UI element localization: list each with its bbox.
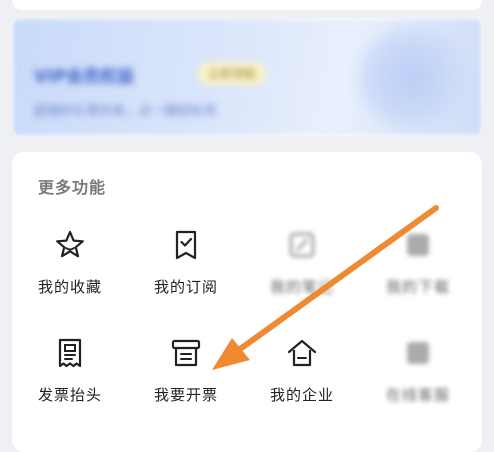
grid-item-favorites[interactable]: 我的收藏 — [20, 228, 120, 312]
section-title: 更多功能 — [38, 178, 107, 197]
grid-item-label: 我的企业 — [269, 386, 334, 404]
grid-item-label: 发票抬头 — [37, 386, 102, 404]
invoice-title-icon — [58, 338, 82, 368]
service-icon — [407, 342, 429, 364]
promo-subtitle: 超值好礼等你来，点一键轻松领 — [34, 104, 217, 119]
top-card — [12, 0, 482, 10]
grid-item-downloads[interactable]: 我的下载 — [368, 228, 468, 312]
issue-invoice-icon — [171, 339, 201, 367]
grid-item-label: 我的下载 — [385, 278, 450, 296]
grid-item-issue-invoice[interactable]: 我要开票 — [136, 336, 236, 420]
vip-promo-banner[interactable]: VIP会员权益 立即领取 超值好礼等你来，点一键轻松领 — [12, 18, 482, 136]
grid-item-label: 我的笔记 — [269, 278, 334, 296]
grid-item-label: 我的收藏 — [37, 278, 102, 296]
promo-decoration — [358, 28, 468, 128]
grid-item-label: 我要开票 — [153, 386, 218, 404]
note-icon — [289, 232, 315, 258]
grid-item-invoice-title[interactable]: 发票抬头 — [20, 336, 120, 420]
promo-badge[interactable]: 立即领取 — [198, 62, 267, 85]
grid-item-subscriptions[interactable]: 我的订阅 — [136, 228, 236, 312]
grid-item-notes[interactable]: 我的笔记 — [252, 228, 352, 312]
grid-item-enterprise[interactable]: 我的企业 — [252, 336, 352, 420]
star-icon — [56, 230, 84, 258]
subscription-icon — [175, 230, 197, 260]
grid-item-label: 我的订阅 — [153, 278, 218, 296]
grid-item-customer-service[interactable]: 在线客服 — [368, 336, 468, 420]
grid-item-label: 在线客服 — [385, 386, 450, 404]
promo-title: VIP会员权益 — [34, 67, 134, 87]
more-functions-card: 更多功能 我的收藏 我的订阅 我的笔记 我的下载 发票抬头 我要开票 我的企业 … — [12, 152, 482, 452]
download-icon — [407, 234, 429, 256]
enterprise-icon — [287, 339, 317, 367]
